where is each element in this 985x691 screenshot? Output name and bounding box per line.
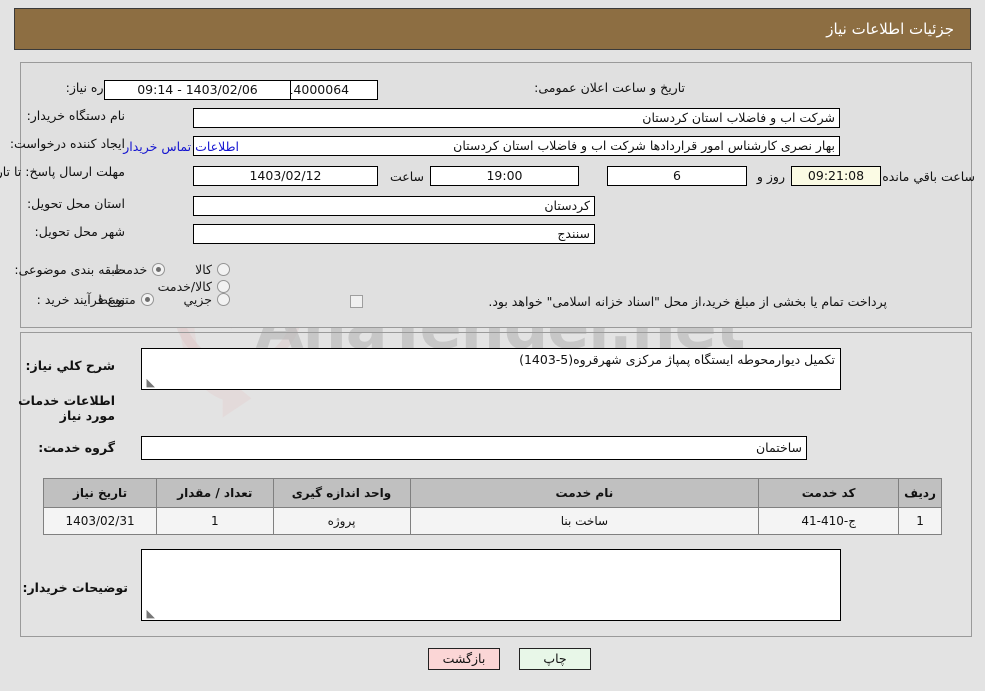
hour-label: ساعت (389, 169, 424, 184)
province-value: کردستان (193, 196, 595, 216)
page-header-bar: جزئیات اطلاعات نیاز (14, 8, 971, 50)
services-table: ردیف کد خدمت نام خدمت واحد اندازه گیری ت… (42, 478, 942, 535)
creator-row: ایجاد کننده درخواست: (10, 136, 125, 151)
cell-index: 1 (898, 507, 942, 535)
th-need-date: تاریخ نیاز (42, 478, 158, 508)
cell-quantity: 1 (156, 507, 274, 535)
treasury-checkbox[interactable] (350, 295, 363, 308)
category-option-kala[interactable]: کالا (195, 262, 230, 277)
announce-datetime-value: 1403/02/06 - 09:14 (104, 80, 291, 100)
announce-datetime-row: تاریخ و ساعت اعلان عمومی: (534, 80, 685, 95)
th-service-code: کد خدمت (758, 478, 900, 508)
th-quantity: تعداد / مقدار (156, 478, 274, 508)
need-desc-label: شرح کلي نياز: (25, 358, 115, 373)
buyer-org-label: نام دستگاه خریدار: (26, 108, 125, 123)
hour-value: 19:00 (430, 166, 579, 186)
th-service-name: نام خدمت (409, 478, 760, 508)
province-label: استان محل تحویل: (26, 196, 125, 211)
cell-service-code: ج-410-41 (758, 507, 900, 535)
city-label: شهر محل تحویل: (34, 224, 125, 239)
city-row: شهر محل تحویل: (35, 224, 125, 239)
process-option-jozi[interactable]: جزیي (183, 292, 230, 307)
category-option-khedmat[interactable]: خدمت (114, 262, 166, 277)
days-and-label: روز و (756, 169, 785, 184)
category-option-khedmat-label: خدمت (114, 262, 148, 277)
creator-value: بهار نصری کارشناس امور قراردادها شرکت اب… (193, 136, 840, 156)
need-desc-value: تکمیل دیوارمحوطه ایستگاه پمپاژ مرکزی شهر… (519, 352, 835, 367)
resize-grip-icon[interactable]: ◣ (145, 377, 155, 388)
buyer-contact-link[interactable]: اطلاعات تماس خریدار (123, 139, 239, 154)
buyer-org-value: شرکت اب و فاضلاب استان کردستان (193, 108, 840, 128)
city-value: سنندج (193, 224, 595, 244)
countdown-timer-value: 09:21:08 (791, 166, 881, 186)
process-options-group: جزیي متوسط (70, 292, 230, 309)
process-radio-jozi[interactable] (217, 293, 230, 306)
deadline-label: مهلت ارسال پاسخ: تا تاریخ: (0, 164, 125, 179)
cell-need-date: 1403/02/31 (42, 507, 158, 535)
resize-grip-icon-notes[interactable]: ◣ (145, 608, 155, 619)
table-header-row: ردیف کد خدمت نام خدمت واحد اندازه گیری ت… (42, 478, 942, 508)
category-radio-khedmat[interactable] (152, 263, 166, 276)
th-unit: واحد اندازه گیری (272, 478, 411, 508)
cell-service-name: ساخت بنا (409, 507, 760, 535)
services-section-title: اطلاعات خدمات مورد نیاز (18, 393, 115, 423)
process-option-motevaset-label: متوسط (96, 292, 136, 307)
process-option-motevaset[interactable]: متوسط (96, 292, 154, 307)
need-desc-textarea[interactable]: تکمیل دیوارمحوطه ایستگاه پمپاژ مرکزی شهر… (141, 348, 841, 390)
buyer-notes-label: توضیحات خریدار: (22, 580, 128, 595)
back-button[interactable]: بازگشت (428, 648, 500, 670)
remaining-hours-label: ساعت باقي مانده (882, 169, 975, 184)
table-row: 1 ج-410-41 ساخت بنا پروژه 1 1403/02/31 (42, 507, 942, 535)
remaining-days-value: 6 (607, 166, 747, 186)
process-option-jozi-label: جزیي (183, 292, 212, 307)
th-index: ردیف (898, 478, 942, 508)
page-title: جزئیات اطلاعات نیاز (826, 20, 954, 38)
category-options-group: کالا خدمت کالا/خدمت (0, 262, 230, 296)
cell-unit: پروژه (272, 507, 411, 535)
process-radio-motevaset[interactable] (140, 293, 154, 306)
treasury-note-text: پرداخت تمام یا بخشی از مبلغ خرید،از محل … (488, 294, 887, 309)
deadline-row: مهلت ارسال پاسخ: تا تاریخ: (0, 164, 125, 180)
announce-datetime-label: تاریخ و ساعت اعلان عمومی: (534, 80, 685, 95)
buyer-notes-textarea[interactable]: ◣ (141, 549, 841, 621)
service-group-label: گروه خدمت: (38, 440, 115, 455)
category-radio-kala[interactable] (217, 263, 230, 276)
print-button[interactable]: چاپ (519, 648, 591, 670)
province-row: استان محل تحویل: (27, 196, 125, 211)
deadline-date-value: 1403/02/12 (193, 166, 378, 186)
category-option-kala-label: کالا (195, 262, 212, 277)
service-group-value: ساختمان (141, 436, 807, 460)
buyer-org-row: نام دستگاه خریدار: (27, 108, 125, 123)
creator-label: ایجاد کننده درخواست: (9, 136, 125, 151)
